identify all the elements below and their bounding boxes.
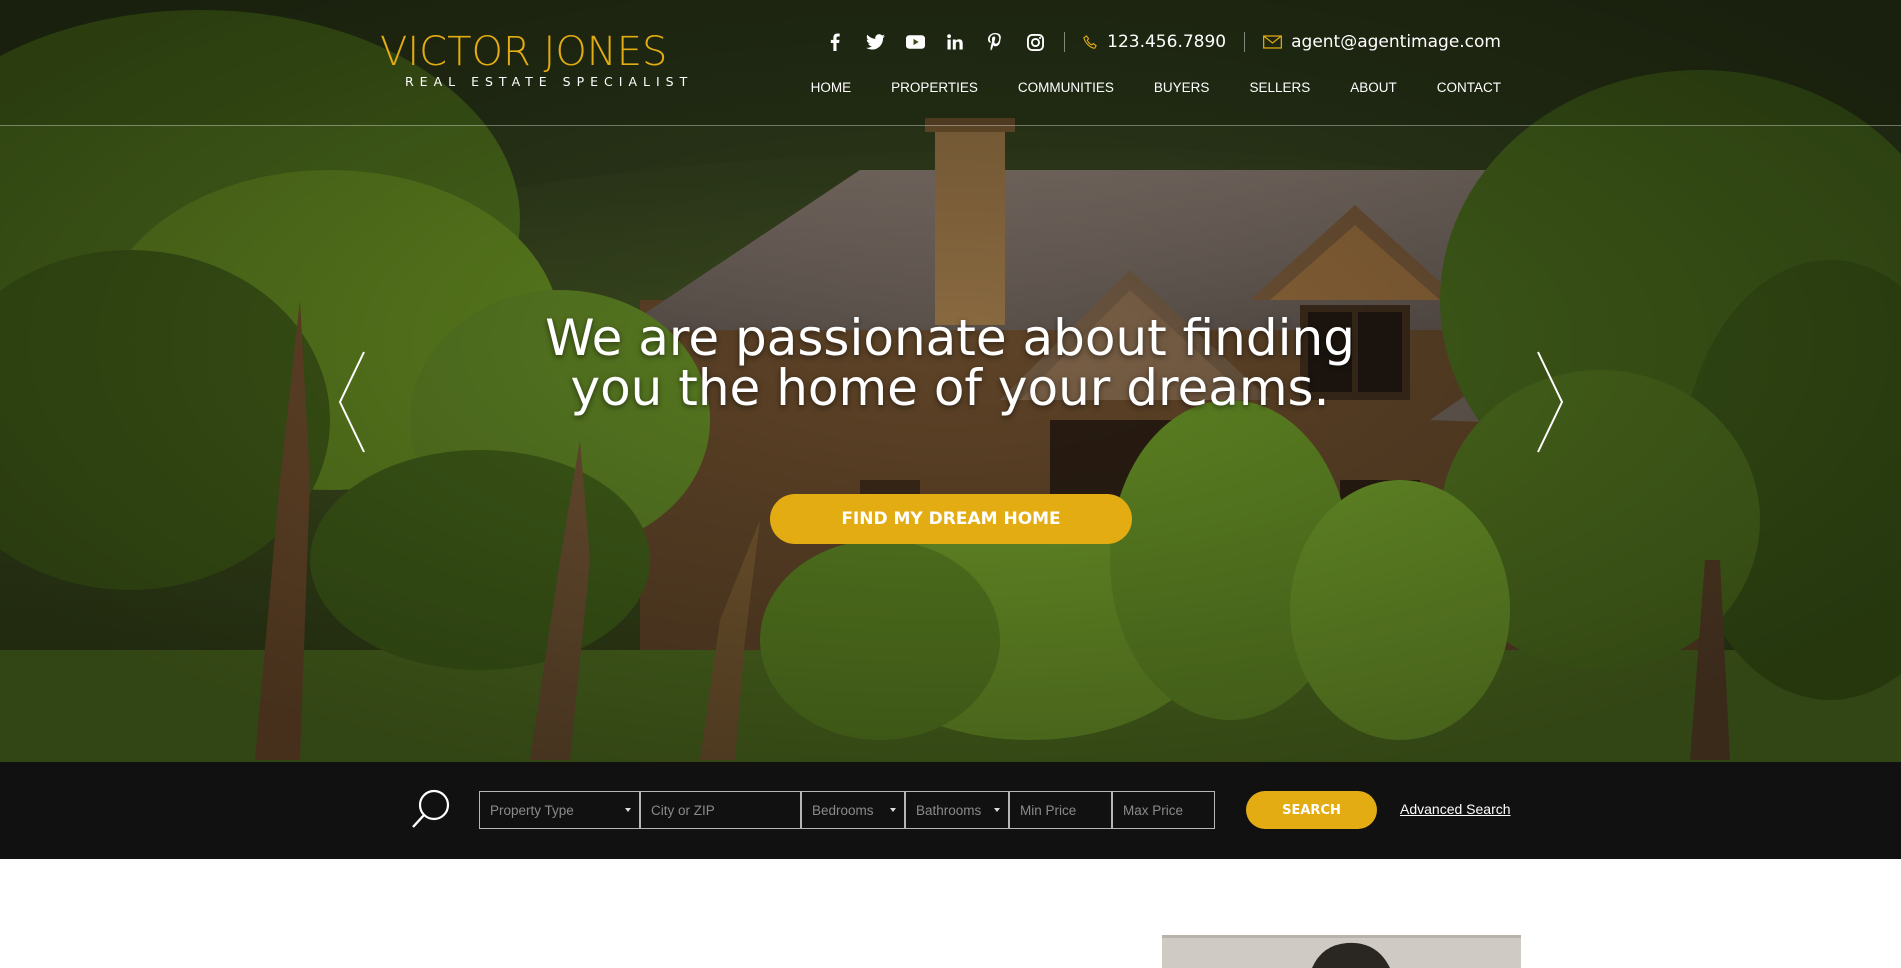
header-divider <box>1064 32 1066 52</box>
nav-about[interactable]: ABOUT <box>1350 80 1397 95</box>
twitter-icon[interactable] <box>864 31 886 53</box>
email-link[interactable]: agent@agentimage.com <box>1263 32 1501 52</box>
facebook-icon[interactable] <box>824 31 846 53</box>
nav-sellers[interactable]: SELLERS <box>1249 80 1310 95</box>
email-address: agent@agentimage.com <box>1291 32 1501 52</box>
bathrooms-value: Bathrooms <box>916 802 982 818</box>
phone-link[interactable]: 123.456.7890 <box>1083 32 1226 52</box>
site-logo[interactable]: VICTOR JONES REAL ESTATE SPECIALIST <box>380 30 700 90</box>
property-type-select[interactable]: Property Type <box>479 791 640 829</box>
bedrooms-select[interactable]: Bedrooms <box>801 791 905 829</box>
logo-tagline: REAL ESTATE SPECIALIST <box>405 74 694 89</box>
nav-buyers[interactable]: BUYERS <box>1154 80 1210 95</box>
hero-slider: VICTOR JONES REAL ESTATE SPECIALIST 123.… <box>0 0 1901 762</box>
search-button[interactable]: SEARCH <box>1246 791 1377 829</box>
agent-portrait-image <box>1162 935 1521 968</box>
bedrooms-value: Bedrooms <box>812 802 874 818</box>
search-icon <box>412 789 450 828</box>
instagram-icon[interactable] <box>1024 31 1046 53</box>
main-nav: HOME PROPERTIES COMMUNITIES BUYERS SELLE… <box>771 80 1501 95</box>
min-price-input[interactable]: Min Price <box>1009 791 1112 829</box>
find-dream-home-button[interactable]: FIND MY DREAM HOME <box>770 494 1132 544</box>
pinterest-icon[interactable] <box>984 31 1006 53</box>
bathrooms-select[interactable]: Bathrooms <box>905 791 1009 829</box>
chevron-down-icon <box>890 808 896 812</box>
header-topbar: 123.456.7890 agent@agentimage.com <box>806 28 1501 56</box>
city-zip-placeholder: City or ZIP <box>651 802 715 818</box>
nav-contact[interactable]: CONTACT <box>1437 80 1501 95</box>
max-price-input[interactable]: Max Price <box>1112 791 1215 829</box>
header-divider <box>1244 32 1246 52</box>
min-price-placeholder: Min Price <box>1020 802 1077 818</box>
youtube-icon[interactable] <box>904 31 926 53</box>
chevron-down-icon <box>625 808 631 812</box>
max-price-placeholder: Max Price <box>1123 802 1184 818</box>
hero-headline: We are passionate about finding you the … <box>500 313 1400 413</box>
nav-properties[interactable]: PROPERTIES <box>891 80 978 95</box>
nav-communities[interactable]: COMMUNITIES <box>1018 80 1114 95</box>
slider-prev-arrow-icon[interactable] <box>336 350 368 454</box>
city-zip-input[interactable]: City or ZIP <box>640 791 801 829</box>
phone-icon <box>1083 34 1097 49</box>
logo-name: VICTOR JONES <box>380 29 668 75</box>
slider-next-arrow-icon[interactable] <box>1534 350 1566 454</box>
nav-home[interactable]: HOME <box>811 80 852 95</box>
linkedin-icon[interactable] <box>944 31 966 53</box>
property-type-value: Property Type <box>490 802 574 818</box>
envelope-icon <box>1263 35 1283 49</box>
chevron-down-icon <box>994 808 1000 812</box>
phone-number: 123.456.7890 <box>1107 32 1227 52</box>
site-header: VICTOR JONES REAL ESTATE SPECIALIST 123.… <box>0 0 1901 126</box>
hero-headline-line2: you the home of your dreams. <box>570 359 1330 417</box>
advanced-search-link[interactable]: Advanced Search <box>1400 801 1511 817</box>
